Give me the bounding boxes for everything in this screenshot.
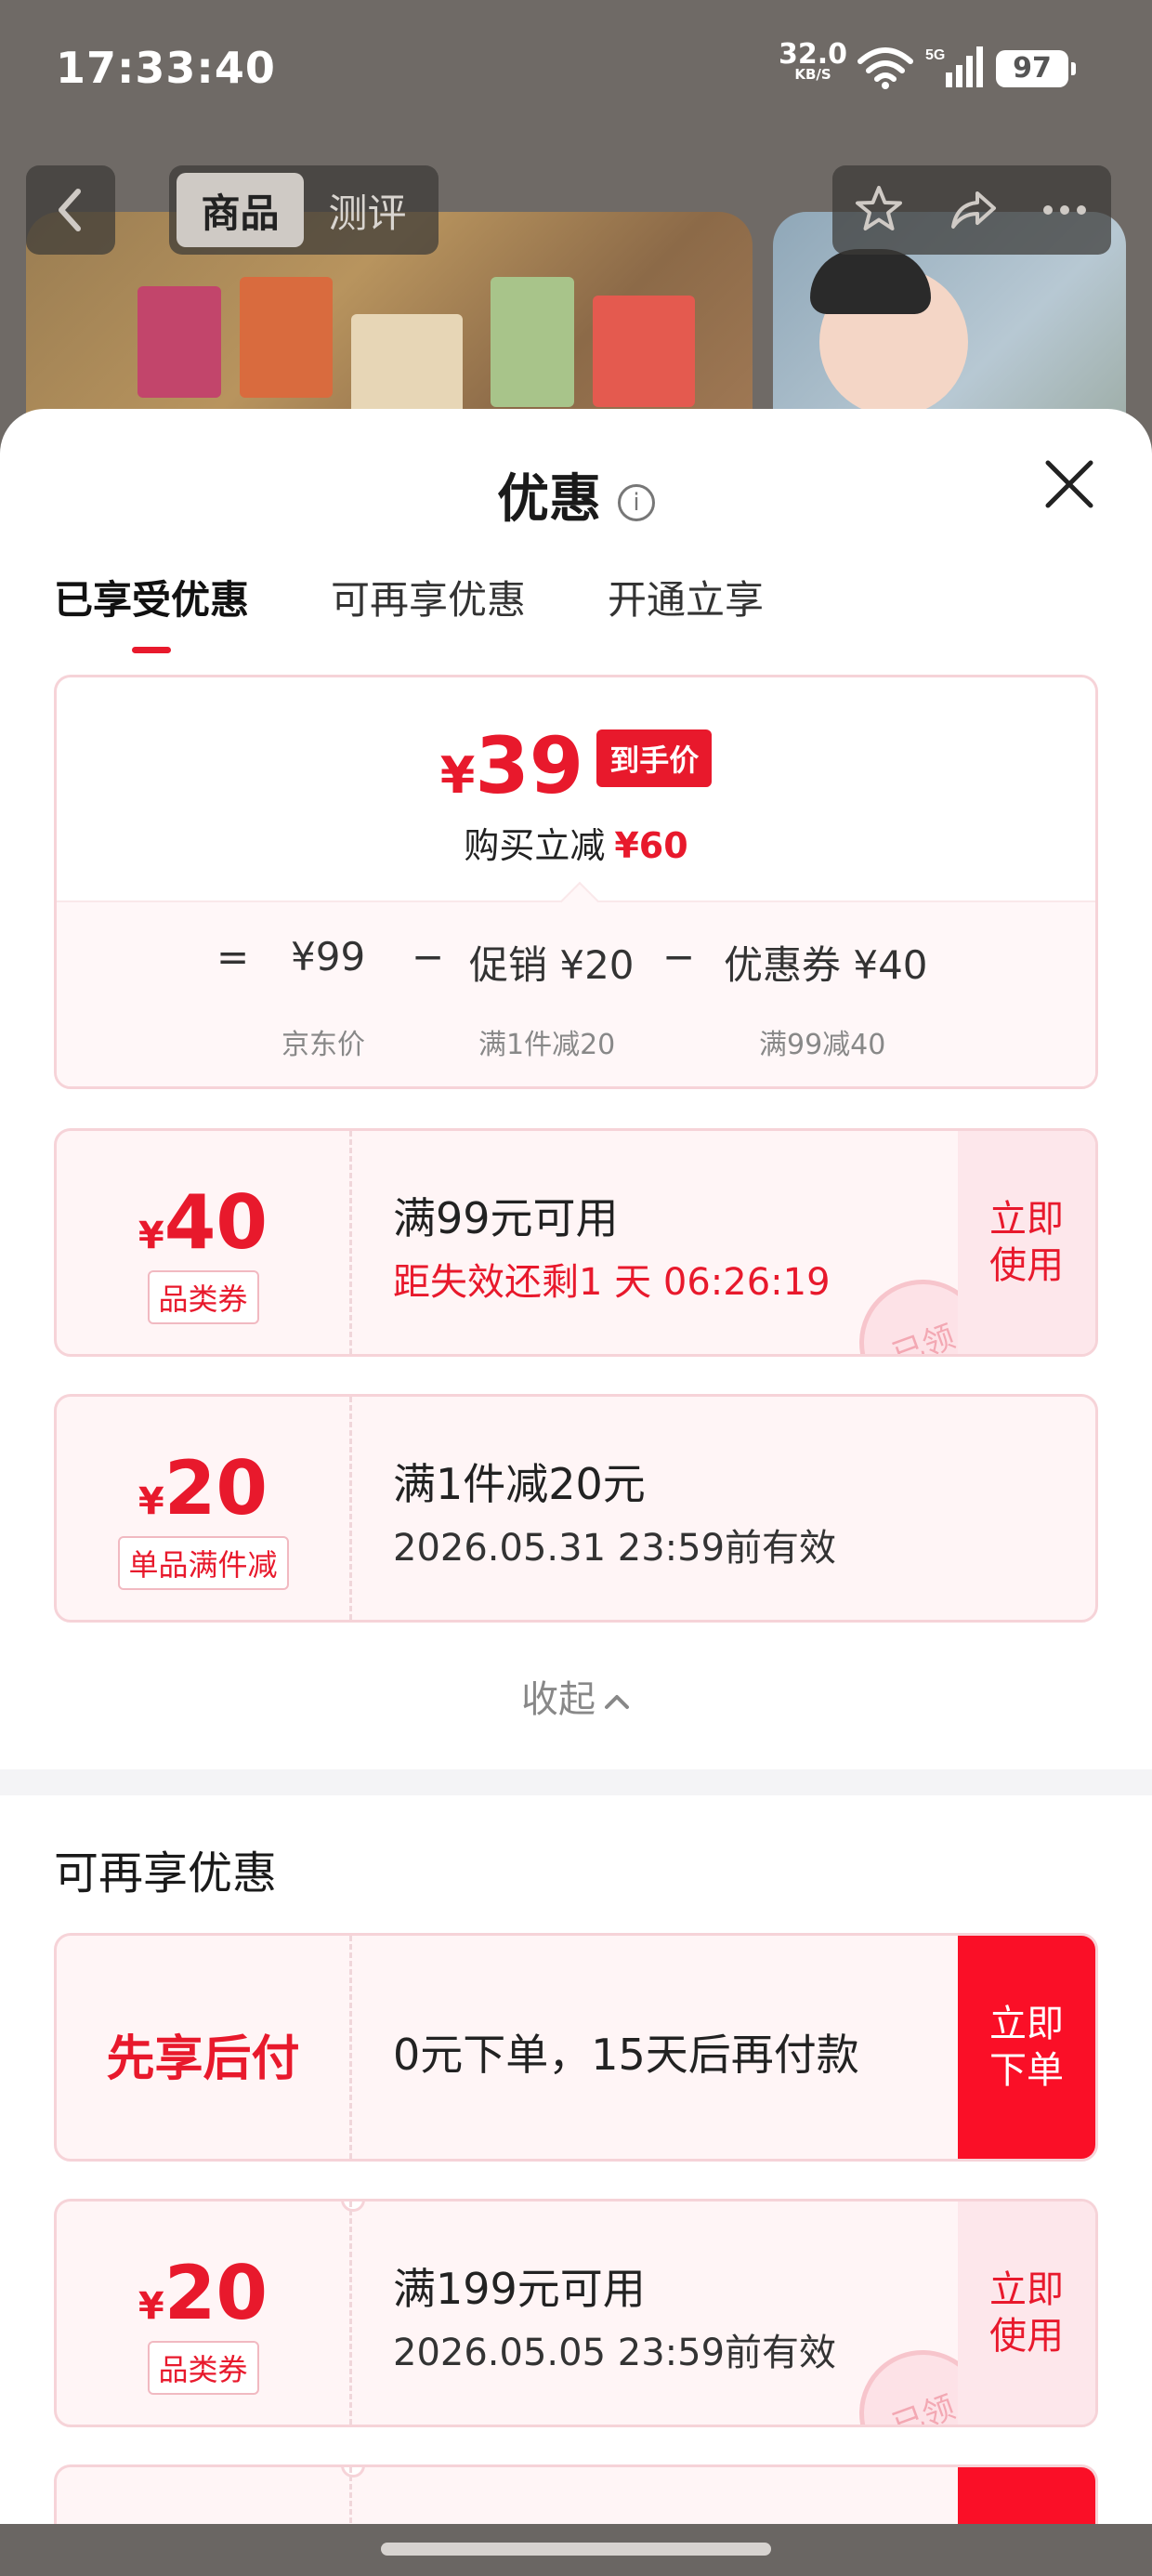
tab-product[interactable]: 商品: [177, 173, 304, 247]
minus-sign: −: [662, 934, 696, 979]
wifi-icon: [857, 47, 913, 89]
coupon-validity: 2026.05.31 23:59前有效: [393, 1527, 837, 1570]
battery-indicator: 97: [996, 50, 1076, 87]
coupon-type-badge: 单品满件减: [117, 1536, 289, 1590]
sheet-title: 优惠: [497, 469, 601, 530]
pay-later-description: 0元下单，15天后再付款: [393, 2030, 859, 2080]
status-time: 17:33:40: [56, 43, 276, 93]
promo-discount: 促销 ¥20: [469, 942, 635, 988]
equals-sign: =: [216, 934, 250, 979]
use-now-label: 立即 使用: [989, 1198, 1064, 1287]
star-icon[interactable]: [851, 182, 907, 238]
coupon-card: ¥20 品类券 满199元可用 2026.05.05 23:59前有效 已领 立…: [54, 2199, 1098, 2427]
final-price-tag: 到手价: [596, 729, 713, 787]
coupon-countdown: 距失效还剩1 天 06:26:19: [393, 1261, 831, 1304]
coupon-discount: 优惠券 ¥40: [724, 942, 928, 988]
use-now-label: 立即 使用: [989, 2268, 1064, 2358]
coupon-type-badge: 品类券: [147, 1270, 259, 1324]
product-page-background: 商品 测评: [0, 139, 1152, 463]
collapse-button[interactable]: 收起: [0, 1669, 1152, 1723]
coupon-value: 40: [164, 1179, 268, 1266]
base-price: ¥99: [291, 934, 366, 979]
coupon-currency: ¥: [137, 2285, 164, 2328]
sheet-tabs: 已享受优惠 可再享优惠 开通立享: [54, 569, 764, 653]
more-icon[interactable]: [1037, 182, 1093, 238]
network-speed: 32.0 KB/S: [779, 41, 847, 83]
use-now-button[interactable]: 立即 使用: [958, 1131, 1095, 1354]
home-gesture-bar[interactable]: [381, 2543, 771, 2556]
chevron-left-icon: [59, 189, 81, 231]
svg-text:5G: 5G: [925, 47, 945, 63]
product-tab-switcher: 商品 测评: [169, 165, 439, 255]
minus-sign: −: [412, 934, 445, 979]
info-icon[interactable]: i: [618, 483, 655, 521]
coupon-label: 满99减40: [759, 1029, 886, 1061]
back-button[interactable]: [26, 165, 115, 255]
status-bar: 17:33:40 32.0 KB/S 5G 97: [0, 0, 1152, 139]
coupon-value: 20: [164, 1445, 268, 1531]
coupon-currency: ¥: [137, 1215, 164, 1257]
coupon-card: ¥40 品类券 满99元可用 距失效还剩1 天 06:26:19 已领 立即 使…: [54, 1128, 1098, 1357]
home-indicator: [0, 2524, 1152, 2576]
coupon-value: 20: [164, 2250, 268, 2336]
final-price-value: 39: [475, 720, 584, 811]
price-breakdown: = ¥99 − 促销 ¥20 − 优惠券 ¥40 京东价 满1件减20 满99减…: [57, 881, 1095, 1086]
price-summary-card: ¥39 到手价 购买立减 ¥60 = ¥99 − 促销 ¥20 − 优惠券 ¥40 …: [54, 675, 1098, 1089]
coupon-condition: 满99元可用: [393, 1193, 619, 1243]
order-now-label: 立即 下单: [989, 2003, 1064, 2092]
promo-label: 满1件减20: [478, 1029, 616, 1061]
tab-review[interactable]: 测评: [304, 173, 431, 247]
currency-symbol: ¥: [439, 746, 476, 805]
tab-more-available[interactable]: 可再享优惠: [331, 569, 526, 625]
final-price: ¥39 到手价: [57, 720, 1095, 811]
savings-amount: ¥60: [614, 825, 688, 866]
sheet-header: 优惠 i: [0, 457, 1152, 532]
order-now-button[interactable]: 立即 下单: [958, 1936, 1095, 2159]
pay-later-label: 先享后付: [106, 2031, 300, 2087]
coupon-validity: 2026.05.05 23:59前有效: [393, 2332, 837, 2374]
coupon-type-badge: 品类券: [147, 2341, 259, 2395]
savings-label: 购买立减: [464, 825, 606, 866]
coupon-condition: 满199元可用: [393, 2264, 646, 2314]
section-divider: [0, 1769, 1152, 1795]
collapse-label: 收起: [521, 1678, 596, 1721]
use-now-button[interactable]: 立即 使用: [958, 2201, 1095, 2425]
coupon-currency: ¥: [137, 1480, 164, 1523]
base-price-label: 京东价: [281, 1029, 365, 1061]
tab-enjoyed[interactable]: 已享受优惠: [54, 569, 249, 653]
chevron-up-icon: [605, 1695, 629, 1709]
share-icon[interactable]: [944, 182, 1000, 238]
coupon-condition: 满1件减20元: [393, 1459, 646, 1509]
section-title-more: 可再享优惠: [54, 1847, 278, 1899]
tab-activate[interactable]: 开通立享: [608, 569, 764, 625]
pay-later-card: 先享后付 0元下单，15天后再付款 立即 下单: [54, 1933, 1098, 2162]
product-actions: [832, 165, 1111, 255]
cellular-signal-icon: 5G: [925, 46, 983, 87]
close-icon[interactable]: [1041, 455, 1098, 513]
savings-line: 购买立减 ¥60: [57, 817, 1095, 868]
discount-sheet: 优惠 i 已享受优惠 可再享优惠 开通立享 ¥39 到手价 购买立减 ¥60 = ¥9…: [0, 409, 1152, 2576]
coupon-card: ¥20 单品满件减 满1件减20元 2026.05.31 23:59前有效: [54, 1394, 1098, 1623]
